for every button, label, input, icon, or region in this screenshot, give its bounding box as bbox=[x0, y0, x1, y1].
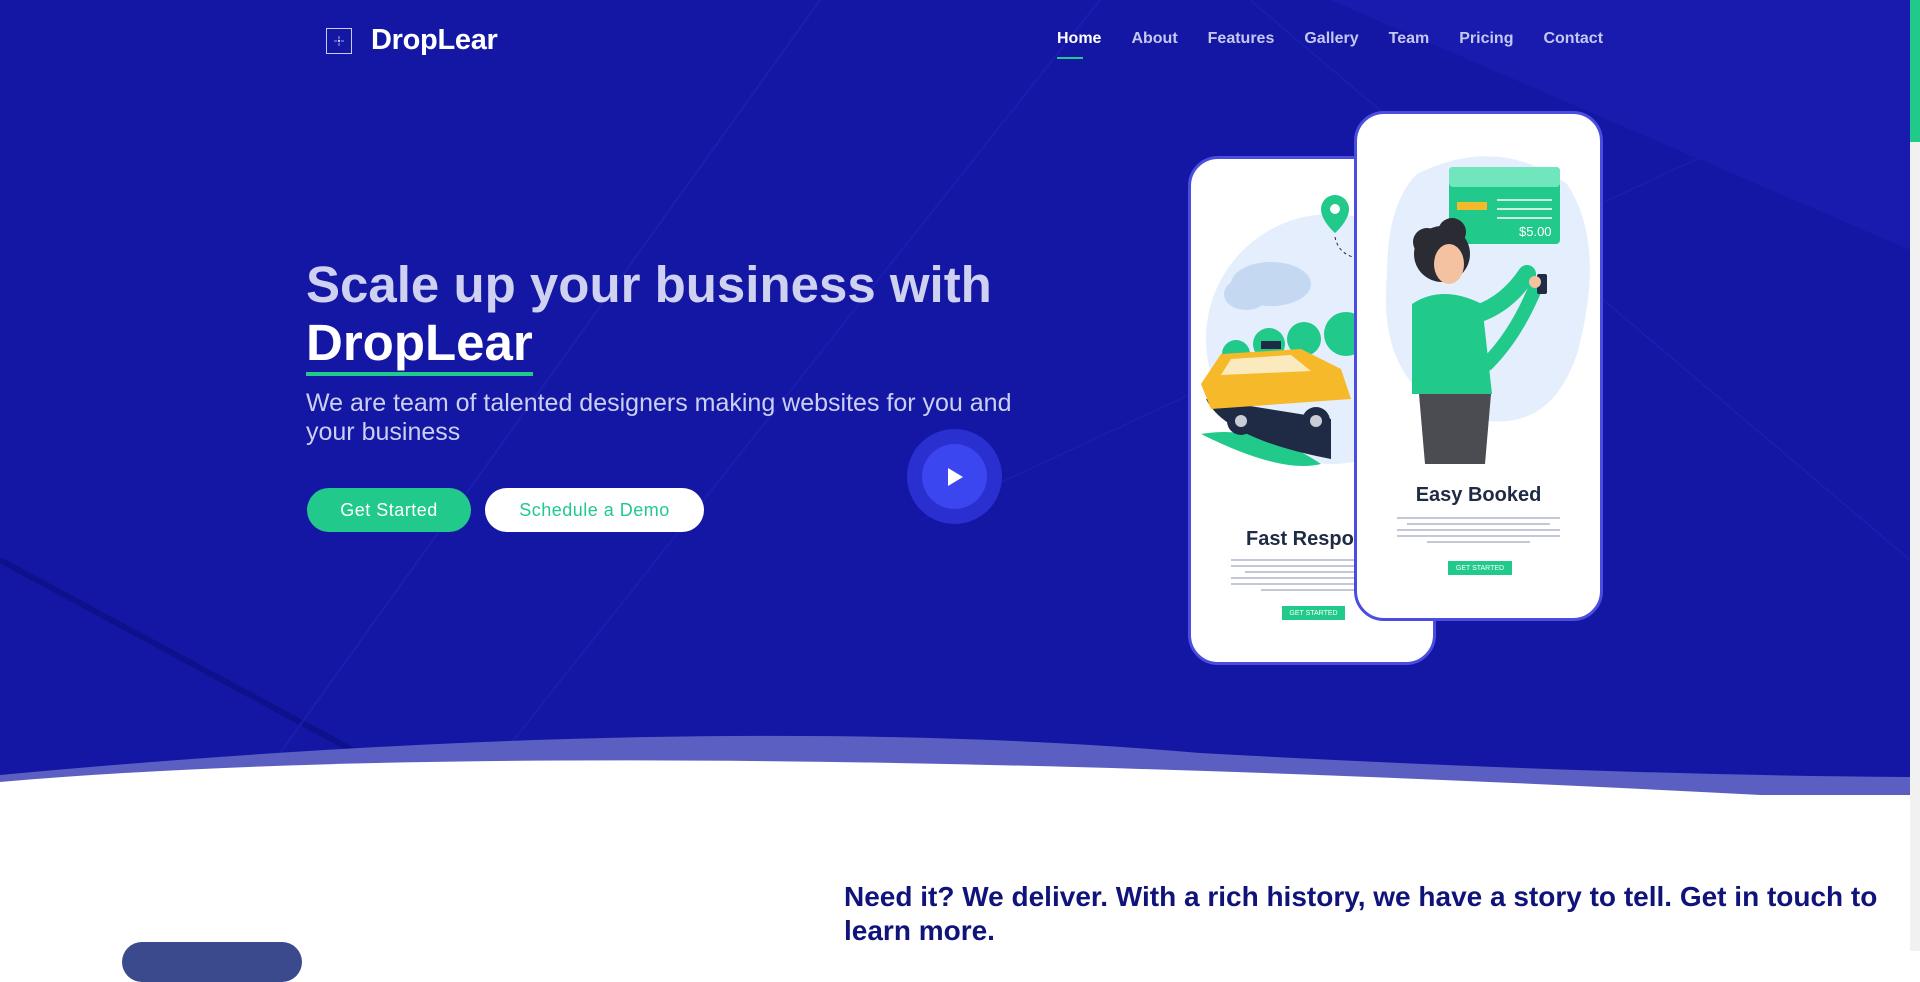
price-tag: $5.00 bbox=[1519, 224, 1552, 239]
nav-pricing[interactable]: Pricing bbox=[1459, 30, 1513, 48]
scrollbar-thumb[interactable] bbox=[1910, 0, 1920, 142]
scrollbar[interactable] bbox=[1910, 0, 1920, 951]
hero-wave-divider bbox=[0, 735, 1910, 825]
play-video-button[interactable] bbox=[907, 429, 1002, 524]
phone-right-body-text bbox=[1397, 517, 1560, 547]
schedule-demo-button[interactable]: Schedule a Demo bbox=[485, 488, 704, 532]
play-button-inner bbox=[922, 444, 987, 509]
phone-left-get-started-button: GET STARTED bbox=[1282, 606, 1345, 620]
main-nav: Home About Features Gallery Team Pricing… bbox=[1057, 30, 1633, 59]
nav-gallery[interactable]: Gallery bbox=[1304, 30, 1358, 48]
hero-section: DropLear Home About Features Gallery Tea… bbox=[0, 0, 1910, 795]
nav-features[interactable]: Features bbox=[1208, 30, 1275, 48]
hero-headline-brand: DropLear bbox=[306, 314, 533, 376]
person-booking-illustration: $5.00 bbox=[1385, 156, 1590, 464]
brand-underline bbox=[306, 372, 533, 376]
phone-mockup-easy-booked: $5.00 Easy Booked GET STARTED bbox=[1354, 111, 1603, 621]
nav-contact[interactable]: Contact bbox=[1543, 30, 1603, 48]
nav-home[interactable]: Home bbox=[1057, 30, 1101, 59]
about-image-preview bbox=[122, 942, 302, 982]
get-started-button[interactable]: Get Started bbox=[307, 488, 471, 532]
logo-icon bbox=[326, 27, 352, 54]
nav-team[interactable]: Team bbox=[1389, 30, 1430, 48]
logo-text: DropLear bbox=[371, 24, 498, 56]
nav-about[interactable]: About bbox=[1131, 30, 1177, 48]
about-heading: Need it? We deliver. With a rich history… bbox=[844, 881, 1878, 946]
phone-right-title: Easy Booked bbox=[1415, 484, 1542, 506]
hero-headline: Scale up your business with DropLear bbox=[306, 256, 992, 376]
logo[interactable]: DropLear bbox=[326, 24, 498, 57]
hero-headline-prefix: Scale up your business with bbox=[306, 256, 992, 313]
hero-brand-text: DropLear bbox=[306, 314, 533, 371]
play-icon bbox=[947, 467, 963, 486]
phone-right-get-started-button: GET STARTED bbox=[1448, 561, 1512, 575]
